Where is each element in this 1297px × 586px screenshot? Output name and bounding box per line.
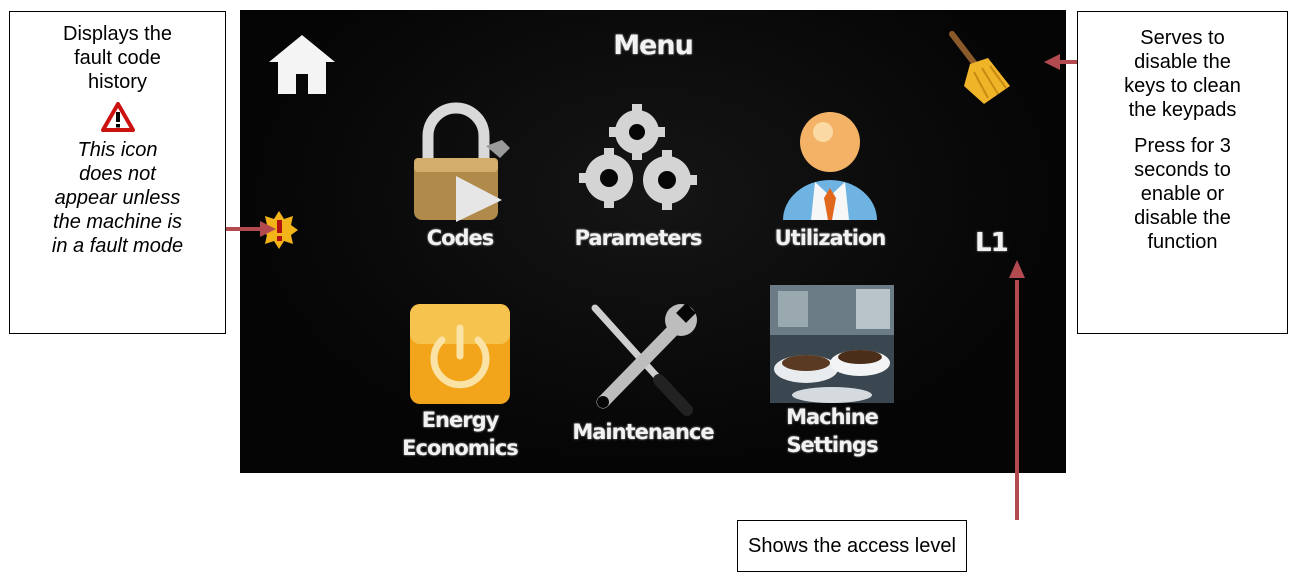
- callout-line: Serves to: [1140, 27, 1225, 49]
- fault-alert-icon[interactable]: [260, 210, 298, 250]
- callout-note: appear unless: [54, 187, 181, 209]
- fault-history-callout: Displays the fault code history This ico…: [9, 11, 226, 334]
- menu-item-parameters[interactable]: Parameters: [558, 102, 718, 252]
- padlock-icon: [414, 102, 510, 222]
- callout-note: in a fault mode: [51, 235, 184, 257]
- tools-icon: [591, 303, 697, 416]
- callout-line: Press for 3: [1134, 135, 1231, 157]
- callout-line: disable the: [1134, 51, 1231, 73]
- callout-line: enable or: [1140, 183, 1225, 205]
- menu-item-label: Codes: [426, 226, 495, 250]
- menu-item-label: Parameters: [574, 226, 703, 250]
- menu-item-energy-economics[interactable]: Energy Economics: [380, 302, 540, 462]
- menu-item-label-line: Settings: [786, 433, 878, 457]
- callout-line: disable the: [1134, 207, 1231, 229]
- menu-item-codes[interactable]: Codes: [380, 102, 540, 252]
- callout-line: keys to clean: [1124, 75, 1241, 97]
- power-icon: [410, 304, 510, 404]
- home-icon[interactable]: [266, 32, 338, 98]
- access-level-callout: Shows the access level: [737, 520, 967, 572]
- menu-item-machine-settings[interactable]: Machine Settings: [752, 285, 912, 459]
- gears-icon: [579, 104, 697, 210]
- callout-line: function: [1147, 231, 1218, 253]
- callout-line: Displays the: [63, 23, 172, 45]
- callout-line: seconds to: [1134, 159, 1231, 181]
- broom-icon[interactable]: [944, 28, 1014, 106]
- menu-title: Menu: [613, 30, 694, 61]
- warning-triangle-icon: [100, 102, 135, 132]
- menu-item-label-line: Machine: [786, 405, 879, 429]
- callout-note: the machine is: [53, 211, 182, 233]
- menu-item-label: Maintenance: [572, 420, 714, 444]
- callout-line: fault code: [74, 47, 161, 69]
- menu-item-utilization[interactable]: Utilization: [750, 102, 910, 252]
- menu-item-maintenance[interactable]: Maintenance: [558, 298, 728, 446]
- callout-note: This icon: [77, 139, 158, 161]
- access-level-indicator: L1: [975, 228, 1009, 258]
- clean-keys-callout: Serves to disable the keys to clean the …: [1077, 11, 1288, 334]
- callout-note: does not: [79, 163, 156, 185]
- menu-item-label: Utilization: [774, 226, 887, 250]
- callout-text: Shows the access level: [748, 535, 956, 557]
- menu-item-label-line: Energy: [421, 408, 500, 432]
- menu-item-label-line: Economics: [402, 436, 519, 460]
- user-icon: [783, 112, 877, 220]
- callout-line: the keypads: [1128, 99, 1237, 121]
- device-screen: Menu Codes Parameters Utilization Energy…: [240, 10, 1066, 473]
- callout-line: history: [88, 71, 147, 93]
- coffee-cups-icon: [770, 285, 894, 403]
